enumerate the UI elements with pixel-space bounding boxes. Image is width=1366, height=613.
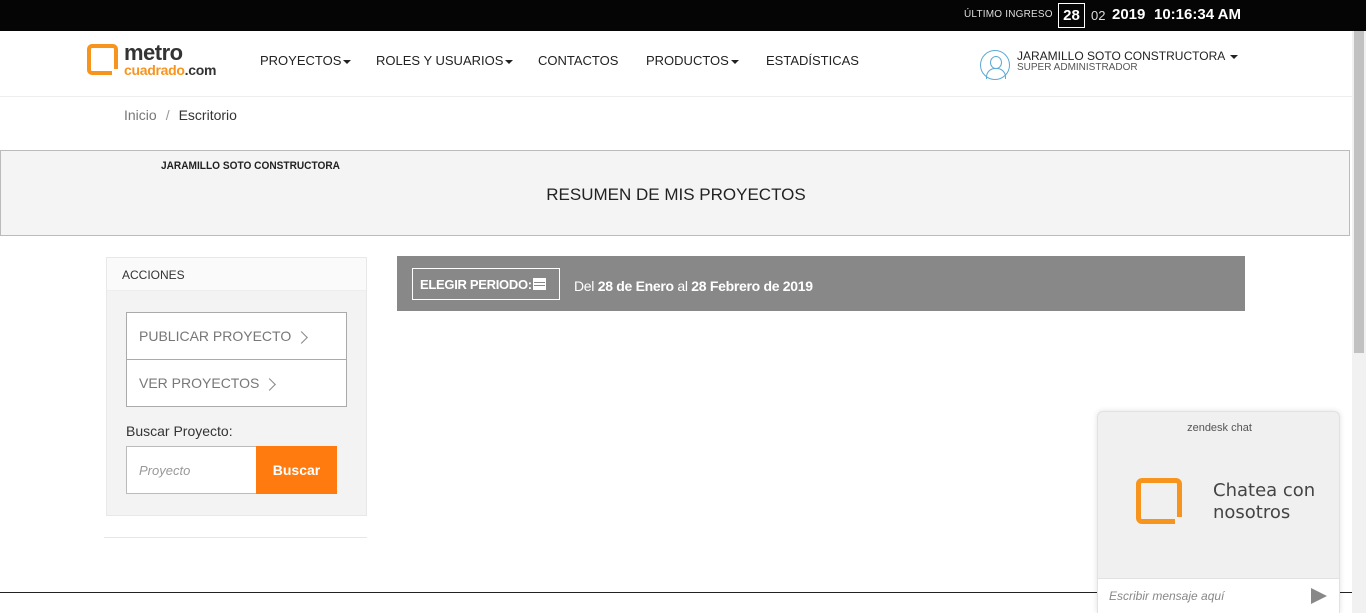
last-login-year: 2019	[1112, 6, 1146, 23]
logo-text-domain: .com	[184, 62, 217, 78]
nav-proyectos-label: PROYECTOS	[260, 53, 342, 68]
logo-text-cuadrado-word: cuadrado	[124, 62, 185, 78]
chevron-right-icon	[263, 378, 277, 391]
chat-brand: zendesk chat	[1187, 422, 1252, 434]
search-project-label: Buscar Proyecto:	[126, 423, 233, 439]
chat-message-input[interactable]	[1098, 579, 1298, 613]
choose-period-label: ELEGIR PERIODO:	[420, 277, 532, 292]
chat-greeting-line1: Chatea con	[1213, 480, 1316, 501]
banner-company-name: JARAMILLO SOTO CONSTRUCTORA	[161, 160, 340, 172]
publish-project-label: PUBLICAR PROYECTO	[139, 328, 292, 344]
caret-down-icon	[730, 59, 739, 64]
breadcrumb-current: Escritorio	[178, 107, 237, 123]
user-name: JARAMILLO SOTO CONSTRUCTORA	[1017, 49, 1226, 63]
main-navbar: metro cuadrado.com PROYECTOS ROLES Y USU…	[0, 31, 1352, 97]
user-role: SUPER ADMINISTRADOR	[1017, 62, 1138, 73]
actions-header: ACCIONES	[107, 258, 366, 291]
nav-productos-label: PRODUCTOS	[646, 53, 729, 68]
last-login-day: 28	[1058, 3, 1085, 28]
nav-proyectos[interactable]: PROYECTOS	[260, 53, 352, 68]
period-to: 28 Febrero de 2019	[691, 278, 813, 294]
scrollbar-thumb[interactable]	[1354, 31, 1364, 353]
user-menu[interactable]: JARAMILLO SOTO CONSTRUCTORA	[1017, 49, 1239, 63]
nav-estadisticas-label: ESTADÍSTICAS	[766, 53, 859, 68]
last-login-time: 10:16:34 AM	[1154, 6, 1241, 23]
breadcrumb: Inicio / Escritorio	[124, 107, 237, 123]
actions-panel: ACCIONES PUBLICAR PROYECTO VER PROYECTOS…	[106, 257, 367, 516]
choose-period-button[interactable]: ELEGIR PERIODO:	[412, 268, 560, 300]
caret-down-icon	[505, 59, 514, 64]
period-range-text: Del 28 de Enero al 28 Febrero de 2019	[574, 278, 813, 294]
page-scrollbar[interactable]	[1352, 31, 1366, 613]
nav-contactos[interactable]: CONTACTOS	[538, 53, 618, 68]
chevron-right-icon	[295, 331, 309, 344]
last-login-label: ÚLTIMO INGRESO	[964, 9, 1053, 20]
caret-down-icon	[343, 59, 352, 64]
nav-contactos-label: CONTACTOS	[538, 53, 619, 68]
zendesk-chat-widget[interactable]: zendesk chat Chatea con nosotros	[1097, 411, 1340, 613]
period-prefix: Del	[574, 278, 595, 294]
nav-productos[interactable]: PRODUCTOS	[646, 53, 739, 68]
page-title: RESUMEN DE MIS PROYECTOS	[546, 185, 806, 204]
user-avatar-icon[interactable]	[980, 50, 1010, 80]
search-project-input[interactable]	[126, 446, 257, 494]
nav-roles-usuarios-label: ROLES Y USUARIOS	[376, 53, 504, 68]
period-bar: ELEGIR PERIODO: Del 28 de Enero al 28 Fe…	[397, 256, 1245, 311]
chat-greeting-line2: nosotros	[1213, 502, 1291, 523]
view-projects-label: VER PROYECTOS	[139, 375, 260, 391]
nav-estadisticas[interactable]: ESTADÍSTICAS	[766, 53, 859, 68]
chat-greeting: Chatea con nosotros	[1213, 480, 1315, 524]
summary-banner: JARAMILLO SOTO CONSTRUCTORA RESUMEN DE M…	[0, 150, 1350, 236]
caret-down-icon	[1230, 54, 1239, 59]
top-status-bar: ÚLTIMO INGRESO 28 02 2019 10:16:34 AM	[0, 0, 1366, 31]
metrocuadrado-logo[interactable]: metro cuadrado.com	[87, 40, 227, 82]
logo-square-icon	[87, 44, 120, 77]
nav-roles-usuarios[interactable]: ROLES Y USUARIOS	[376, 53, 514, 68]
calendar-icon	[532, 278, 546, 290]
breadcrumb-home-link[interactable]: Inicio	[124, 107, 157, 123]
breadcrumb-separator: /	[165, 107, 170, 123]
publish-project-button[interactable]: PUBLICAR PROYECTO	[126, 312, 347, 360]
actions-divider	[104, 537, 367, 538]
chat-input-bar	[1098, 578, 1339, 613]
last-login-month: 02	[1091, 8, 1106, 23]
chat-logo-icon	[1136, 478, 1185, 527]
send-icon[interactable]	[1311, 588, 1327, 604]
view-projects-button[interactable]: VER PROYECTOS	[126, 359, 347, 407]
period-connector: al	[677, 278, 688, 294]
period-from: 28 de Enero	[597, 278, 674, 294]
search-button[interactable]: Buscar	[256, 446, 337, 494]
logo-text-cuadrado: cuadrado.com	[124, 62, 216, 78]
